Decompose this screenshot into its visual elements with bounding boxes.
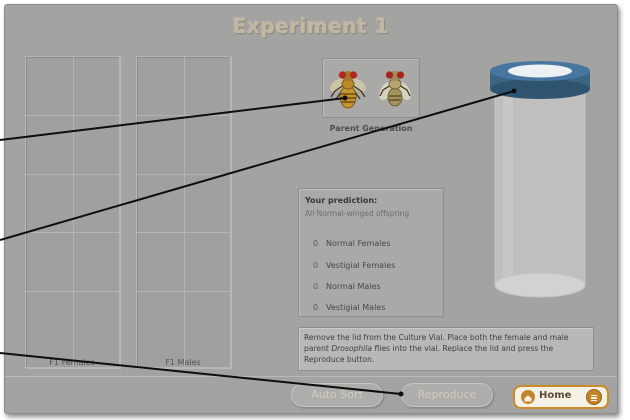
pointer-lines (0, 88, 517, 397)
